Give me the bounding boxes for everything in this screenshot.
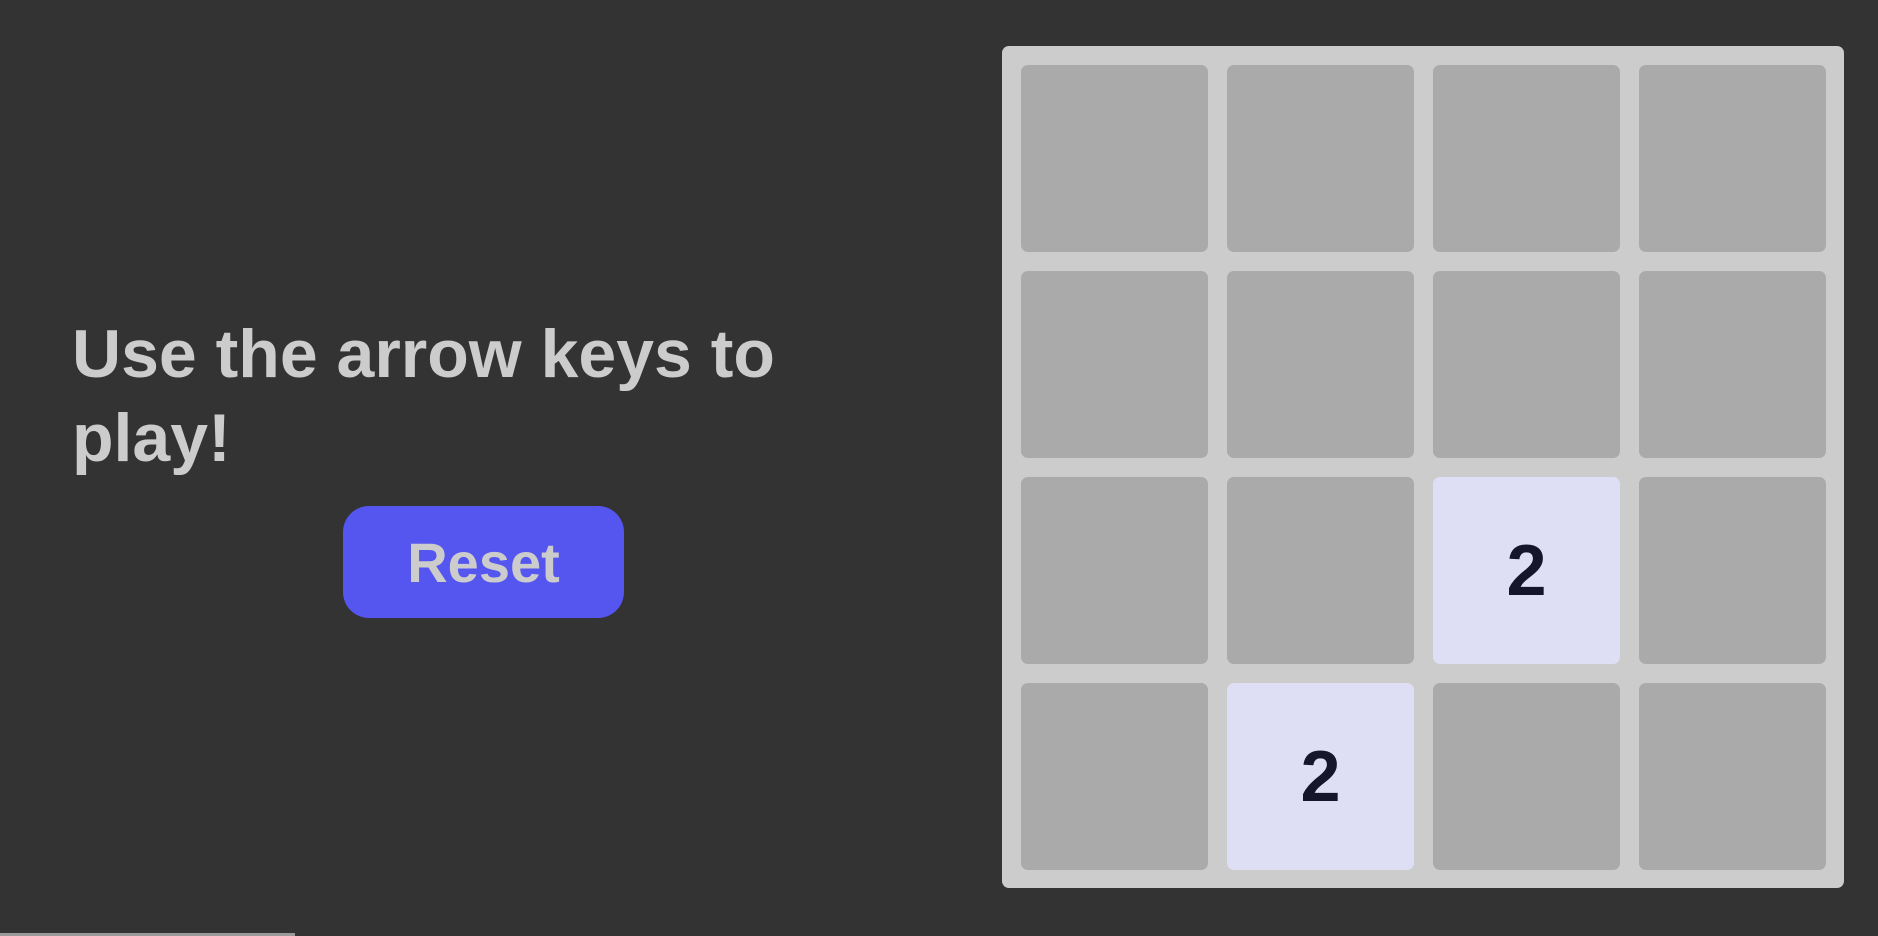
tile-r3-c2 <box>1433 683 1620 870</box>
tile-r2-c1 <box>1227 477 1414 664</box>
tile-r1-c3 <box>1639 271 1826 458</box>
tile-r3-c3 <box>1639 683 1826 870</box>
tile-r2-c3 <box>1639 477 1826 664</box>
tile-r0-c1 <box>1227 65 1414 252</box>
tile-r3-c0 <box>1021 683 1208 870</box>
game-board: 2 2 <box>1002 46 1844 888</box>
instructions-text: Use the arrow keys to play! <box>72 316 775 476</box>
tile-r1-c1 <box>1227 271 1414 458</box>
tile-r1-c0 <box>1021 271 1208 458</box>
tile-r0-c2 <box>1433 65 1620 252</box>
tile-r0-c3 <box>1639 65 1826 252</box>
game-page: Use the arrow keys to play! Reset 2 2 <box>0 0 1878 936</box>
reset-button[interactable]: Reset <box>343 506 624 618</box>
tile-r2-c0 <box>1021 477 1208 664</box>
tile-r0-c0 <box>1021 65 1208 252</box>
tile-r2-c2: 2 <box>1433 477 1620 664</box>
tile-r1-c2 <box>1433 271 1620 458</box>
tile-r3-c1: 2 <box>1227 683 1414 870</box>
